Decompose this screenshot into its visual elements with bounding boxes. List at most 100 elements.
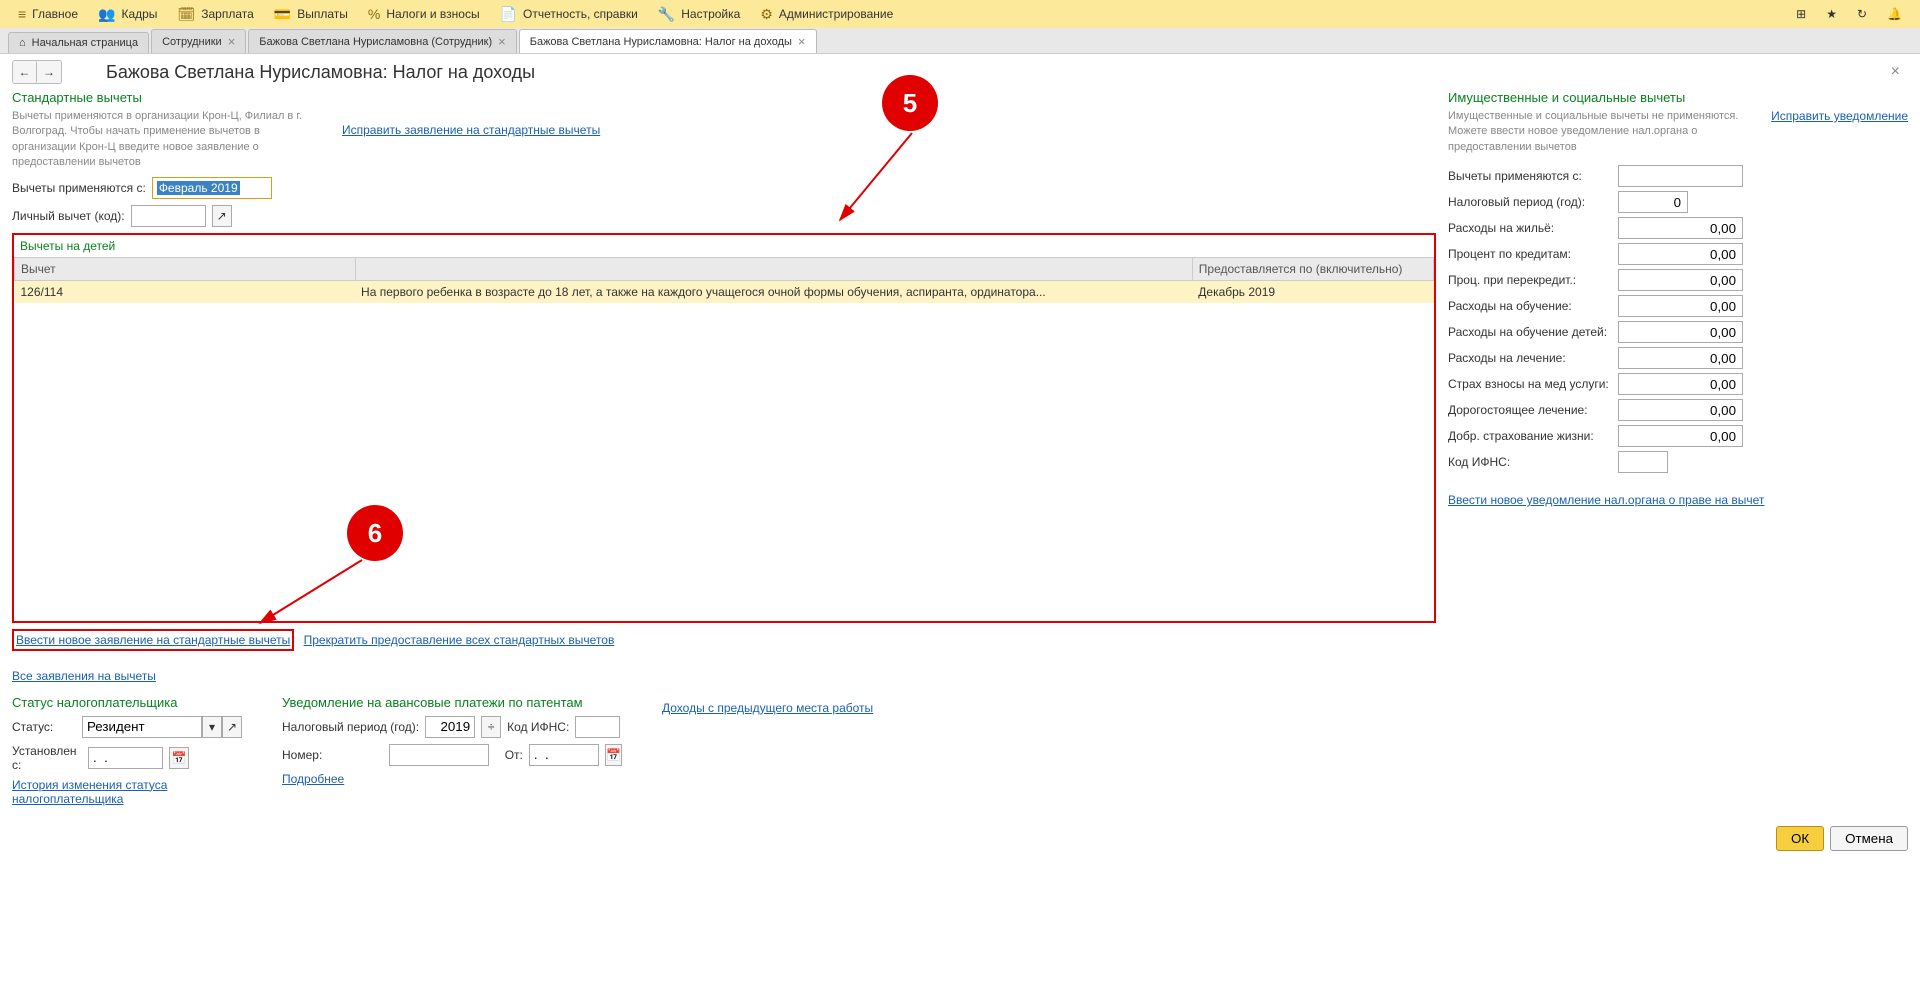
patent-from-input[interactable] <box>529 744 599 766</box>
people-icon: 👥 <box>98 6 115 23</box>
prop-ifns-input[interactable] <box>1618 451 1668 473</box>
callout-6: 6 <box>347 505 403 561</box>
forward-button[interactable]: → <box>37 61 61 83</box>
star-icon[interactable]: ★ <box>1816 0 1847 28</box>
set-from-input[interactable] <box>88 747 163 769</box>
stop-std-link[interactable]: Прекратить предоставление всех стандартн… <box>304 633 615 647</box>
prop-row-input[interactable] <box>1618 243 1743 265</box>
close-icon[interactable]: × <box>228 34 236 49</box>
prop-row-input[interactable] <box>1618 347 1743 369</box>
patent-tax-period-label: Налоговый период (год): <box>282 720 419 734</box>
all-statements-link[interactable]: Все заявления на вычеты <box>12 669 156 683</box>
menu-vyplaty[interactable]: 💳Выплаты <box>264 0 358 28</box>
tab-employee-card[interactable]: Бажова Светлана Нурисламовна (Сотрудник)… <box>248 29 516 53</box>
deduction-until: Декабрь 2019 <box>1192 280 1433 303</box>
patent-ifns-input[interactable] <box>575 716 620 738</box>
history-icon[interactable]: ↻ <box>1847 0 1877 28</box>
prop-row-input[interactable] <box>1618 321 1743 343</box>
prop-row-input[interactable] <box>1618 373 1743 395</box>
col-until: Предоставляется по (включительно) <box>1192 257 1433 280</box>
calendar-icon[interactable]: 📅 <box>605 744 622 766</box>
page-title: Бажова Светлана Нурисламовна: Налог на д… <box>106 62 535 83</box>
wallet-icon: 💳 <box>274 6 291 23</box>
prop-row-input[interactable] <box>1618 295 1743 317</box>
property-hint: Имущественные и социальные вычеты не при… <box>1448 109 1763 155</box>
open-ref-button[interactable]: ↗ <box>212 205 232 227</box>
applied-from-input[interactable]: Февраль 2019 <box>152 177 272 199</box>
prop-row-label: Расходы на жильё: <box>1448 221 1618 235</box>
prop-row-input[interactable] <box>1618 425 1743 447</box>
taxpayer-status-title: Статус налогоплательщика <box>12 695 242 710</box>
prop-row-input[interactable] <box>1618 217 1743 239</box>
status-label: Статус: <box>12 720 76 734</box>
menu-zarplata[interactable]: 🗓Зарплата <box>167 0 263 28</box>
patent-number-input[interactable] <box>389 744 489 766</box>
menu-admin[interactable]: ⚙Администрирование <box>750 0 903 28</box>
cancel-button[interactable]: Отмена <box>1830 826 1908 851</box>
spinner-button[interactable]: ÷ <box>481 716 501 738</box>
fix-notice-link[interactable]: Исправить уведомление <box>1771 109 1908 123</box>
menu-icon: ≡ <box>18 6 26 22</box>
home-icon: ⌂ <box>19 37 26 49</box>
patent-more-link[interactable]: Подробнее <box>282 772 344 786</box>
tab-start[interactable]: ⌂Начальная страница <box>8 32 149 53</box>
patent-title: Уведомление на авансовые платежи по пате… <box>282 695 622 710</box>
status-select[interactable] <box>82 716 202 738</box>
prop-row-label: Расходы на обучение: <box>1448 299 1618 313</box>
prop-applied-from-input[interactable] <box>1618 165 1743 187</box>
personal-code-input[interactable] <box>131 205 206 227</box>
close-icon[interactable]: × <box>798 34 806 49</box>
patent-number-label: Номер: <box>282 748 383 762</box>
patent-tax-period-input[interactable] <box>425 716 475 738</box>
deduction-code: 126/114 <box>15 280 356 303</box>
fix-std-link[interactable]: Исправить заявление на стандартные вычет… <box>342 123 600 137</box>
ok-button[interactable]: ОК <box>1776 826 1824 851</box>
apps-icon[interactable]: ⊞ <box>1786 0 1816 28</box>
calendar-icon[interactable]: 📅 <box>169 747 189 769</box>
patent-from-label: От: <box>505 748 523 762</box>
tab-employees[interactable]: Сотрудники× <box>151 29 246 53</box>
tab-tax[interactable]: Бажова Светлана Нурисламовна: Налог на д… <box>519 29 817 53</box>
close-page-button[interactable]: × <box>1883 63 1908 81</box>
children-deductions-title: Вычеты на детей <box>14 235 1434 257</box>
open-ref-button[interactable]: ↗ <box>222 716 242 738</box>
menu-main[interactable]: ≡Главное <box>8 0 88 28</box>
back-button[interactable]: ← <box>13 61 37 83</box>
new-notice-link[interactable]: Ввести новое уведомление нал.органа о пр… <box>1448 493 1764 507</box>
bell-icon[interactable]: 🔔 <box>1877 0 1912 28</box>
prev-income-link[interactable]: Доходы с предыдущего места работы <box>662 701 873 715</box>
deduction-desc: На первого ребенка в возрасте до 18 лет,… <box>355 280 1192 303</box>
personal-code-label: Личный вычет (код): <box>12 209 125 223</box>
children-table: Вычет Предоставляется по (включительно) … <box>14 257 1434 303</box>
wrench-icon: 🔧 <box>658 6 675 23</box>
prop-row-label: Проц. при перекредит.: <box>1448 273 1618 287</box>
percent-icon: % <box>368 6 380 22</box>
table-row[interactable]: 126/114 На первого ребенка в возрасте до… <box>15 280 1434 303</box>
menu-reports[interactable]: 📄Отчетность, справки <box>490 0 648 28</box>
menu-settings[interactable]: 🔧Настройка <box>648 0 751 28</box>
prop-row-input[interactable] <box>1618 269 1743 291</box>
new-std-statement-link[interactable]: Ввести новое заявление на стандартные вы… <box>12 629 294 651</box>
property-title: Имущественные и социальные вычеты <box>1448 90 1908 105</box>
dropdown-button[interactable]: ▾ <box>202 716 222 738</box>
calc-icon: 🗓 <box>177 6 195 23</box>
prop-ifns-label: Код ИФНС: <box>1448 455 1618 469</box>
prop-tax-period-input[interactable] <box>1618 191 1688 213</box>
prop-row-label: Процент по кредитам: <box>1448 247 1618 261</box>
prop-tax-period-label: Налоговый период (год): <box>1448 195 1618 209</box>
patent-ifns-label: Код ИФНС: <box>507 720 569 734</box>
status-history-link[interactable]: История изменения статуса налогоплательщ… <box>12 778 167 806</box>
prop-row-label: Расходы на обучение детей: <box>1448 325 1618 339</box>
menu-kadry[interactable]: 👥Кадры <box>88 0 167 28</box>
prop-row-input[interactable] <box>1618 399 1743 421</box>
applied-from-label: Вычеты применяются с: <box>12 181 146 195</box>
doc-icon: 📄 <box>500 6 517 23</box>
main-menu-bar: ≡Главное 👥Кадры 🗓Зарплата 💳Выплаты %Нало… <box>0 0 1920 28</box>
prop-row-label: Дорогостоящее лечение: <box>1448 403 1618 417</box>
std-hint: Вычеты применяются в организации Крон-Ц,… <box>12 109 312 171</box>
gear-icon: ⚙ <box>760 6 773 23</box>
callout-5: 5 <box>882 75 938 131</box>
menu-nalogi[interactable]: %Налоги и взносы <box>358 0 490 28</box>
close-icon[interactable]: × <box>498 34 506 49</box>
prop-applied-from-label: Вычеты применяются с: <box>1448 169 1618 183</box>
